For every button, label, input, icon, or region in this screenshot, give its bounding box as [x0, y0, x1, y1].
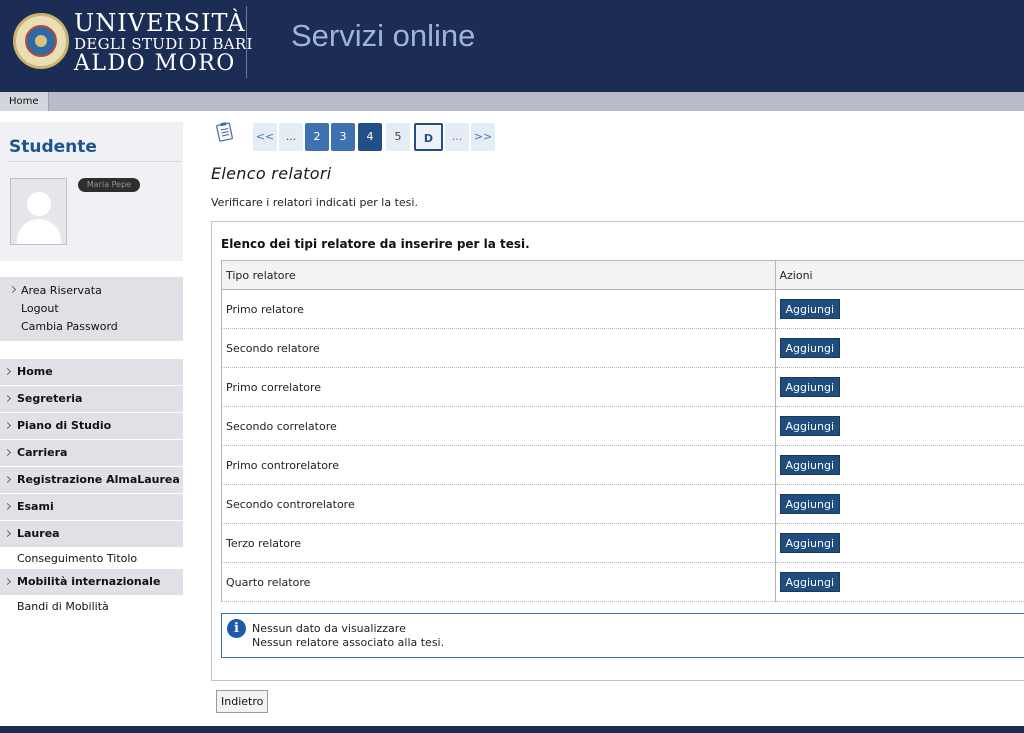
- pager-current-step[interactable]: D: [414, 123, 443, 151]
- aggiungi-button[interactable]: Aggiungi: [779, 338, 841, 358]
- pager-step-4[interactable]: 4: [358, 123, 382, 151]
- page-title: Elenco relatori: [211, 164, 332, 183]
- pager-ellipsis-right[interactable]: ...: [445, 123, 469, 151]
- area-riservata-link[interactable]: Area Riservata: [21, 284, 102, 297]
- pager-step-2[interactable]: 2: [305, 123, 329, 151]
- aggiungi-button[interactable]: Aggiungi: [779, 299, 841, 319]
- table-row: Secondo correlatore Aggiungi: [221, 406, 1024, 446]
- relatore-type-cell: Primo correlatore: [221, 367, 775, 407]
- sidebar-item-home[interactable]: Home: [0, 359, 183, 385]
- panel-title: Elenco dei tipi relatore da inserire per…: [221, 237, 530, 251]
- site-header: UNIVERSITÀ DEGLI STUDI DI BARI ALDO MORO…: [0, 0, 1024, 92]
- student-box: Studente Maria Pepe: [0, 122, 183, 261]
- student-title: Studente: [9, 137, 97, 157]
- aggiungi-button[interactable]: Aggiungi: [779, 377, 841, 397]
- student-name-redacted: Maria Pepe: [78, 178, 140, 192]
- sidebar-item-esami[interactable]: Esami: [0, 494, 183, 520]
- table-row: Primo correlatore Aggiungi: [221, 367, 1024, 407]
- table-row: Primo relatore Aggiungi: [221, 289, 1024, 329]
- relatore-type-cell: Quarto relatore: [221, 562, 775, 602]
- sidebar-item-laurea[interactable]: Laurea: [0, 521, 183, 547]
- pager-step-3[interactable]: 3: [331, 123, 355, 151]
- university-seal-logo[interactable]: [13, 13, 69, 69]
- service-title: Servizi online: [291, 18, 476, 53]
- university-name[interactable]: UNIVERSITÀ DEGLI STUDI DI BARI ALDO MORO: [74, 11, 253, 75]
- table-row: Quarto relatore Aggiungi: [221, 562, 1024, 602]
- header-divider: [246, 6, 247, 78]
- relatore-type-cell: Terzo relatore: [221, 523, 775, 563]
- column-header-azioni: Azioni: [774, 260, 1024, 290]
- pager-ellipsis-left[interactable]: ...: [279, 123, 303, 151]
- table-row: Primo controrelatore Aggiungi: [221, 445, 1024, 485]
- table-row: Secondo relatore Aggiungi: [221, 328, 1024, 368]
- aggiungi-button[interactable]: Aggiungi: [779, 455, 841, 475]
- sidebar-subitem-bandi-di-mobilita[interactable]: Bandi di Mobilità: [0, 596, 183, 616]
- aggiungi-button[interactable]: Aggiungi: [779, 494, 841, 514]
- logout-link[interactable]: Logout: [21, 302, 59, 315]
- info-message-box: i Nessun dato da visualizzare Nessun rel…: [221, 613, 1024, 658]
- cambia-password-link[interactable]: Cambia Password: [21, 320, 118, 333]
- avatar: [10, 178, 67, 245]
- sidebar-item-carriera[interactable]: Carriera: [0, 440, 183, 466]
- column-header-tipo-relatore: Tipo relatore: [221, 260, 775, 290]
- relatore-type-cell: Secondo controrelatore: [221, 484, 775, 524]
- sidebar-item-piano-di-studio[interactable]: Piano di Studio: [0, 413, 183, 439]
- divider: [9, 161, 181, 162]
- relatore-type-cell: Secondo correlatore: [221, 406, 775, 446]
- info-message-line2: Nessun relatore associato alla tesi.: [252, 636, 445, 649]
- relatori-table: Tipo relatore Azioni Primo relatore Aggi…: [221, 260, 1024, 602]
- aggiungi-button[interactable]: Aggiungi: [779, 572, 841, 592]
- relatore-type-cell: Secondo relatore: [221, 328, 775, 368]
- back-button[interactable]: Indietro: [216, 690, 269, 713]
- table-row: Terzo relatore Aggiungi: [221, 523, 1024, 563]
- university-name-line3: ALDO MORO: [74, 51, 236, 76]
- pager-step-5[interactable]: 5: [386, 123, 410, 151]
- aggiungi-button[interactable]: Aggiungi: [779, 533, 841, 553]
- pager-last-button[interactable]: >>: [471, 123, 495, 151]
- relatore-type-cell: Primo controrelatore: [221, 445, 775, 485]
- sidebar-subitem-conseguimento-titolo[interactable]: Conseguimento Titolo: [0, 548, 183, 568]
- aggiungi-button[interactable]: Aggiungi: [779, 416, 841, 436]
- sidebar-menu: Home Segreteria Piano di Studio Carriera…: [0, 359, 183, 617]
- sidebar-item-mobilita-internazionale[interactable]: Mobilità internazionale: [0, 569, 183, 595]
- table-header-row: Tipo relatore Azioni: [221, 260, 1024, 290]
- university-name-line2: DEGLI STUDI DI BARI: [74, 35, 253, 53]
- topnav-home-link[interactable]: Home: [0, 92, 49, 111]
- info-message-line1: Nessun dato da visualizzare: [252, 622, 406, 635]
- account-links: Area Riservata Logout Cambia Password: [0, 277, 183, 341]
- sidebar-item-registrazione-almalaurea[interactable]: Registrazione AlmaLaurea: [0, 467, 183, 493]
- page-description: Verificare i relatori indicati per la te…: [211, 196, 418, 209]
- university-name-line1: UNIVERSITÀ: [74, 9, 246, 37]
- footer-bar: [0, 726, 1024, 733]
- relatore-type-cell: Primo relatore: [221, 289, 775, 329]
- sidebar-item-segreteria[interactable]: Segreteria: [0, 386, 183, 412]
- pager-first-button[interactable]: <<: [253, 123, 277, 151]
- clipboard-icon: [216, 122, 233, 142]
- table-row: Secondo controrelatore Aggiungi: [221, 484, 1024, 524]
- top-navigation: Home: [0, 92, 1024, 111]
- info-icon: i: [227, 619, 246, 638]
